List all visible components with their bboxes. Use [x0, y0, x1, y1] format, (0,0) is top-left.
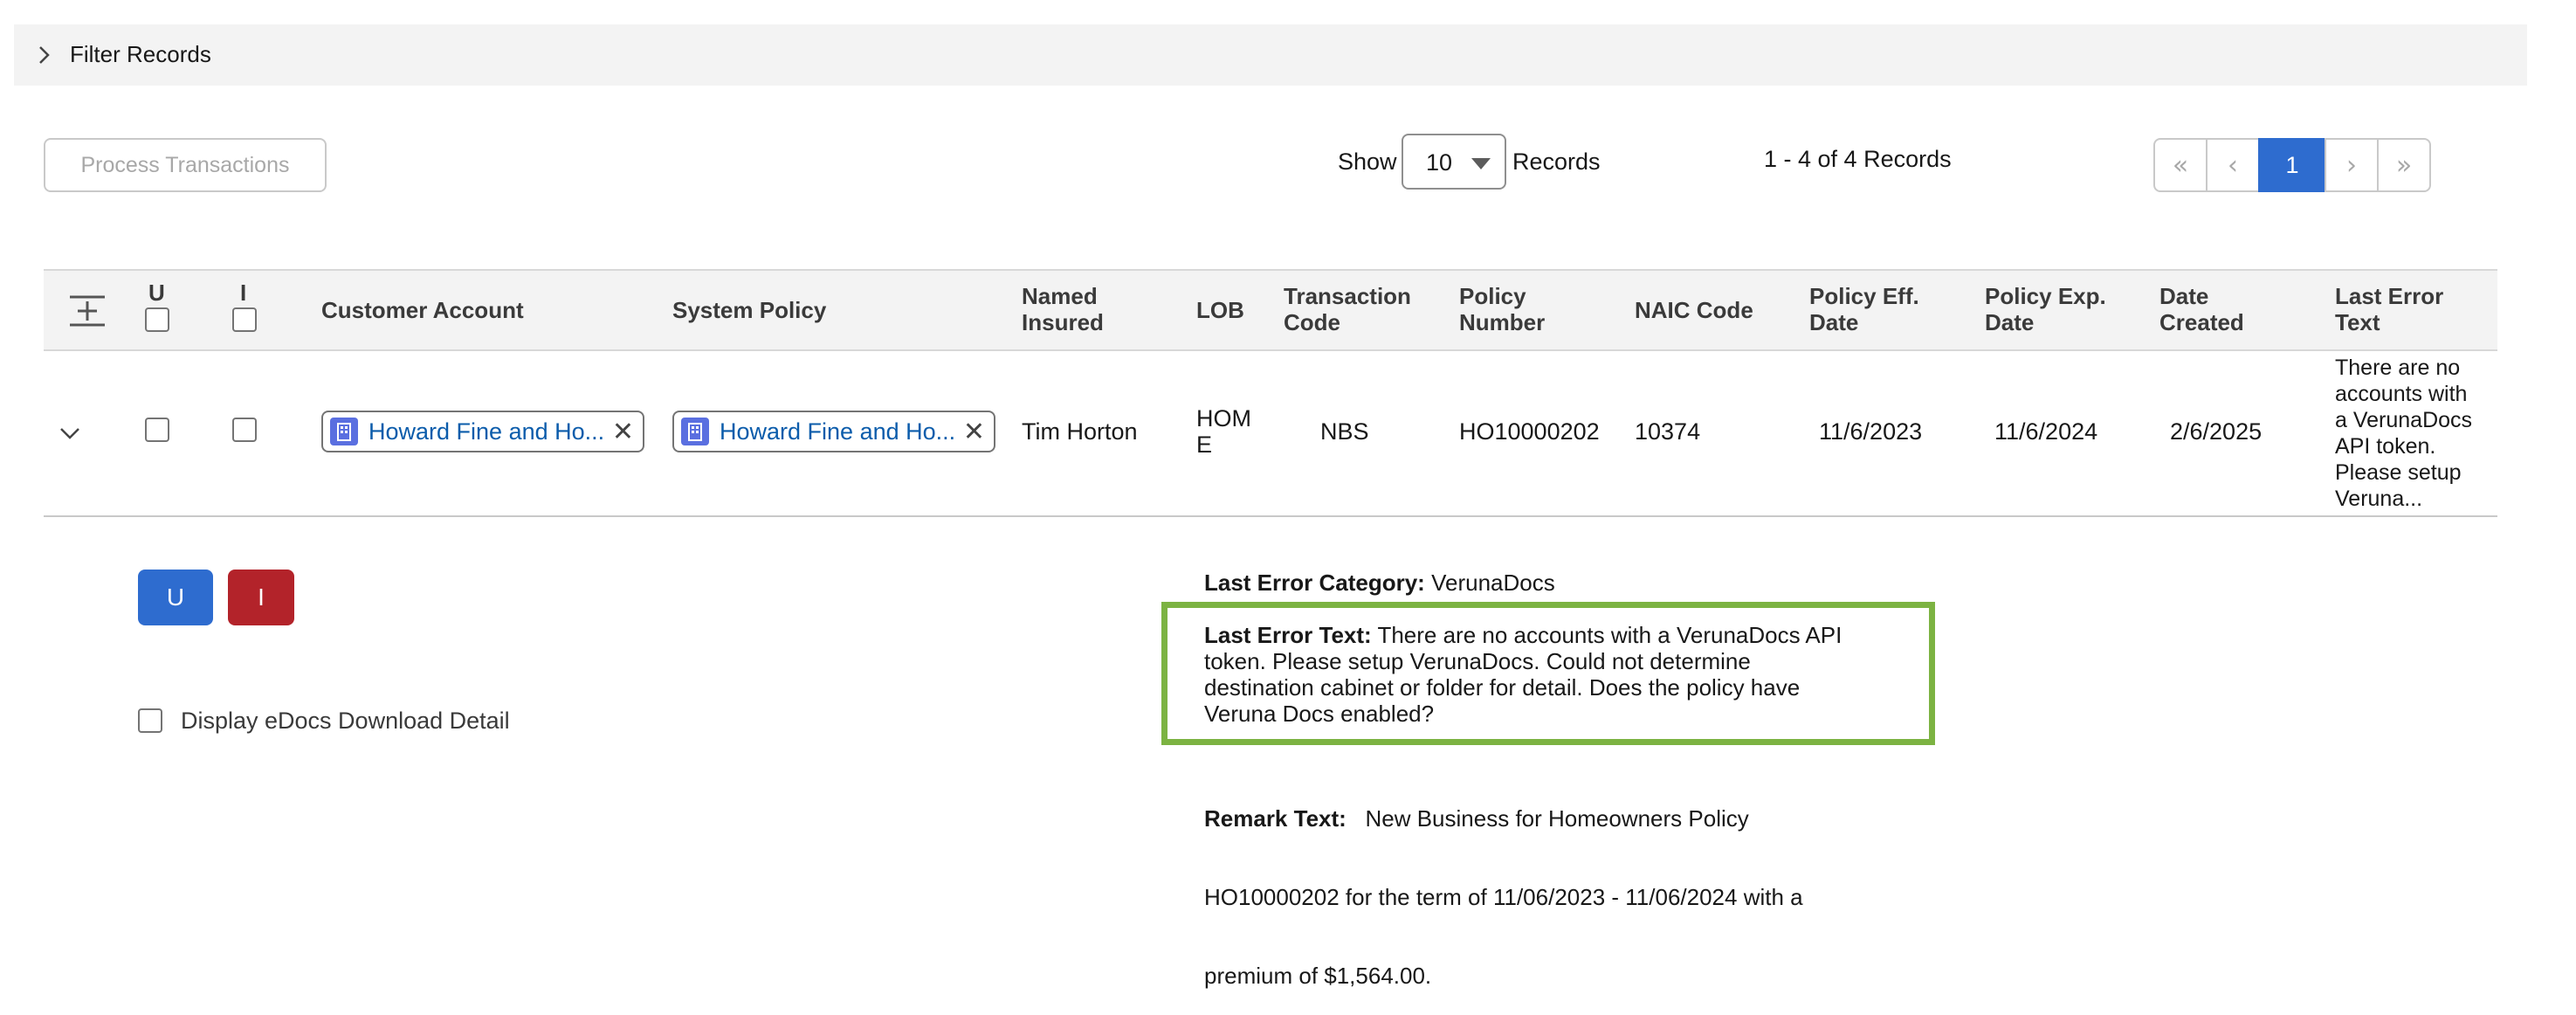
header-policy-eff-line2: Date [1809, 309, 1859, 335]
last-error-text-line: token. Please setup VerunaDocs. Could no… [1204, 648, 1751, 674]
last-error-category-label: Last Error Category: [1204, 570, 1425, 596]
remark-text-line: HO10000202 for the term of 11/06/2023 - … [1204, 884, 1803, 910]
record-range-label: 1 - 4 of 4 Records [1764, 146, 1952, 172]
header-policy-number[interactable]: Policy Number [1459, 283, 1545, 335]
clear-icon[interactable]: ✕ [963, 417, 985, 447]
row-i-checkbox[interactable] [232, 418, 257, 442]
page-1-button[interactable]: 1 [2258, 138, 2326, 192]
last-error-line: accounts with [2335, 382, 2468, 406]
caret-down-icon [1471, 158, 1491, 169]
date-created-cell: 2/6/2025 [2170, 418, 2263, 445]
header-u-checkbox[interactable] [145, 307, 169, 332]
last-error-line: Please setup [2335, 460, 2462, 485]
header-transaction-code-line2: Code [1284, 309, 1340, 335]
customer-account-value[interactable]: Howard Fine and Ho... [368, 418, 604, 445]
pagination: « ‹ 1 › » [2153, 138, 2431, 194]
last-error-category-value: VerunaDocs [1431, 570, 1555, 596]
edocs-download-label[interactable]: Display eDocs Download Detail [181, 707, 510, 735]
header-lob[interactable]: LOB [1196, 297, 1244, 323]
last-error-text: Last Error Text: There are no accounts w… [1204, 622, 1842, 727]
page-size-select[interactable]: 10 [1402, 134, 1506, 190]
header-date-created[interactable]: Date Created [2159, 283, 2244, 335]
records-label: Records [1512, 148, 1601, 175]
lob-cell: HOM E [1196, 405, 1251, 458]
last-error-line: API token. [2335, 434, 2436, 459]
process-transactions-button[interactable]: Process Transactions [44, 138, 327, 192]
header-policy-number-line2: Number [1459, 309, 1546, 335]
header-policy-eff-date[interactable]: Policy Eff. Date [1809, 283, 1919, 335]
header-last-error-text[interactable]: Last Error Text [2335, 283, 2443, 335]
header-i: I [240, 280, 247, 306]
header-i-checkbox[interactable] [232, 307, 257, 332]
last-error-text-label: Last Error Text: [1204, 622, 1372, 648]
last-error-line: There are no [2335, 356, 2461, 380]
filter-records-bar[interactable] [14, 24, 2527, 86]
last-error-cell: There are no accounts with a VerunaDocs … [2335, 355, 2472, 512]
remark-text-line: premium of $1,564.00. [1204, 963, 1432, 989]
last-error-line: a VerunaDocs [2335, 408, 2473, 432]
previous-page-button[interactable]: ‹ [2206, 138, 2260, 192]
header-named-insured-line2: Insured [1022, 309, 1104, 335]
last-error-text-line: There are no accounts with a VerunaDocs … [1371, 622, 1842, 648]
remark-text-line: New Business for Homeowners Policy [1346, 805, 1749, 832]
header-transaction-code[interactable]: Transaction Code [1284, 283, 1411, 335]
filter-records-label[interactable]: Filter Records [70, 38, 211, 70]
account-icon [330, 418, 358, 445]
last-page-button[interactable]: » [2377, 138, 2431, 192]
next-page-button[interactable]: › [2325, 138, 2379, 192]
last-error-text-line: Veruna Docs enabled? [1204, 701, 1435, 727]
customer-account-lookup[interactable]: Howard Fine and Ho... ✕ [321, 411, 644, 452]
system-policy-lookup[interactable]: Howard Fine and Ho... ✕ [672, 411, 995, 452]
policy-icon [681, 418, 709, 445]
named-insured-cell: Tim Horton [1022, 418, 1138, 445]
last-error-text-line: destination cabinet or folder for detail… [1204, 674, 1801, 701]
header-customer-account[interactable]: Customer Account [321, 297, 524, 323]
header-system-policy[interactable]: System Policy [672, 297, 826, 323]
header-last-error-line1: Last Error [2335, 283, 2444, 309]
policy-exp-cell: 11/6/2024 [1994, 418, 2098, 445]
last-error-category: Last Error Category: VerunaDocs [1204, 570, 1555, 596]
header-named-insured[interactable]: Named Insured [1022, 283, 1104, 335]
naic-code-cell: 10374 [1635, 418, 1701, 445]
row-u-checkbox[interactable] [145, 418, 169, 442]
lob-cell-line2: E [1196, 432, 1213, 458]
header-named-insured-line1: Named [1022, 283, 1098, 309]
header-policy-exp-line1: Policy Exp. [1985, 283, 2106, 309]
chevron-right-icon[interactable] [31, 42, 58, 68]
transaction-code-cell: NBS [1320, 418, 1369, 445]
u-button[interactable]: U [138, 570, 213, 625]
expand-all-icon[interactable] [68, 293, 107, 328]
remark-text-label: Remark Text: [1204, 805, 1347, 832]
table-row: Howard Fine and Ho... ✕ Howard Fine and … [44, 349, 2497, 517]
policy-number-cell: HO10000202 [1459, 418, 1600, 445]
header-policy-exp-date[interactable]: Policy Exp. Date [1985, 283, 2106, 335]
lob-cell-line1: HOM [1196, 405, 1251, 432]
header-policy-number-line1: Policy [1459, 283, 1526, 309]
header-date-created-line1: Date [2159, 283, 2209, 309]
last-error-line: Veruna... [2335, 487, 2423, 511]
clear-icon[interactable]: ✕ [612, 417, 634, 447]
header-policy-exp-line2: Date [1985, 309, 2035, 335]
system-policy-value[interactable]: Howard Fine and Ho... [720, 418, 955, 445]
page-size-value: 10 [1426, 149, 1453, 176]
chevron-down-icon[interactable] [58, 421, 82, 445]
header-date-created-line2: Created [2159, 309, 2244, 335]
header-policy-eff-line1: Policy Eff. [1809, 283, 1919, 309]
table-header: U I Customer Account System Policy Named… [44, 269, 2497, 351]
header-naic-code[interactable]: NAIC Code [1635, 297, 1753, 323]
header-last-error-line2: Text [2335, 309, 2380, 335]
policy-eff-cell: 11/6/2023 [1819, 418, 1923, 445]
header-u: U [148, 280, 165, 306]
i-button[interactable]: I [228, 570, 294, 625]
show-label: Show [1338, 148, 1397, 175]
edocs-download-checkbox[interactable] [138, 708, 162, 733]
remark-text: Remark Text: New Business for Homeowners… [1204, 753, 1803, 1015]
header-transaction-code-line1: Transaction [1284, 283, 1411, 309]
first-page-button[interactable]: « [2153, 138, 2208, 192]
